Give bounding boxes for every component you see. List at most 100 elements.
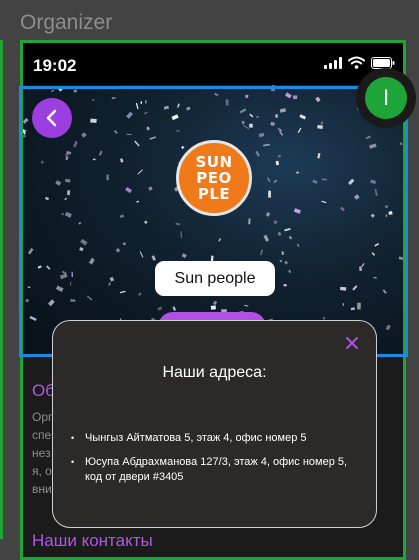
confetti-piece: [321, 201, 326, 203]
confetti-piece: [110, 277, 115, 282]
confetti-piece: [55, 180, 61, 185]
confetti-piece: [388, 211, 392, 215]
confetti-piece: [25, 299, 29, 303]
confetti-piece: [343, 303, 345, 306]
confetti-piece: [322, 178, 327, 180]
confetti-piece: [125, 187, 132, 193]
confetti-piece: [64, 197, 67, 200]
confetti-piece: [112, 97, 116, 99]
confetti-piece: [260, 249, 263, 255]
confetti-piece: [284, 284, 287, 286]
confetti-piece: [352, 285, 357, 290]
confetti-piece: [370, 180, 376, 185]
confetti-piece: [285, 92, 292, 98]
confetti-piece: [315, 97, 320, 102]
confetti-piece: [348, 179, 354, 185]
user-avatar[interactable]: I: [356, 68, 416, 128]
confetti-piece: [280, 260, 283, 263]
confetti-piece: [369, 144, 376, 149]
confetti-piece: [186, 107, 191, 111]
status-time: 19:02: [33, 56, 76, 76]
confetti-piece: [144, 111, 148, 114]
wifi-icon: [348, 56, 365, 69]
confetti-piece: [240, 108, 247, 113]
close-icon: [345, 336, 359, 350]
confetti-piece: [289, 236, 292, 240]
address-item: Юсупа Абдрахманова 127/3, этаж 4, офис н…: [71, 455, 366, 485]
confetti-piece: [351, 307, 355, 310]
confetti-piece: [120, 291, 126, 294]
confetti-piece: [266, 212, 270, 217]
confetti-piece: [270, 122, 275, 126]
confetti-piece: [45, 197, 49, 201]
confetti-piece: [256, 116, 258, 118]
confetti-piece: [226, 99, 229, 105]
confetti-piece: [61, 213, 64, 216]
organizer-name: Sun people: [155, 261, 275, 296]
signal-icon: [324, 57, 342, 69]
confetti-piece: [241, 120, 245, 124]
confetti-piece: [296, 171, 299, 173]
confetti-piece: [60, 273, 68, 279]
confetti-piece: [271, 85, 276, 92]
confetti-piece: [114, 130, 118, 134]
confetti-piece: [70, 299, 75, 302]
confetti-piece: [263, 235, 269, 242]
confetti-piece: [106, 175, 108, 181]
confetti-piece: [58, 87, 63, 92]
confetti-piece: [81, 132, 87, 137]
confetti-piece: [267, 177, 271, 182]
confetti-piece: [38, 265, 42, 268]
confetti-piece: [294, 208, 301, 214]
confetti-piece: [374, 243, 379, 247]
confetti-piece: [72, 272, 73, 277]
addresses-modal: Наши адреса: Чынгыз Айтматова 5, этаж 4,…: [52, 320, 377, 528]
confetti-piece: [28, 287, 31, 288]
address-item: Чынгыз Айтматова 5, этаж 4, офис номер 5: [71, 431, 366, 446]
battery-icon: [371, 57, 395, 69]
confetti-piece: [385, 205, 389, 209]
confetti-piece: [180, 231, 182, 238]
confetti-piece: [126, 112, 133, 119]
confetti-piece: [383, 289, 387, 294]
confetti-piece: [78, 222, 81, 225]
confetti-piece: [293, 95, 297, 99]
confetti-piece: [278, 155, 281, 158]
confetti-piece: [146, 127, 150, 131]
confetti-piece: [275, 114, 277, 117]
confetti-piece: [354, 194, 360, 200]
confetti-piece: [340, 207, 345, 212]
confetti-piece: [361, 263, 364, 267]
confetti-piece: [181, 146, 184, 149]
confetti-piece: [386, 325, 391, 331]
confetti-piece: [51, 90, 54, 92]
confetti-piece: [278, 232, 282, 236]
confetti-piece: [29, 316, 36, 321]
confetti-piece: [56, 286, 64, 292]
logo-line: PEO: [196, 170, 232, 186]
organizer-logo: SUN PEO PLE: [176, 140, 252, 216]
avatar-initial: I: [365, 77, 407, 119]
confetti-piece: [89, 258, 95, 265]
confetti-piece: [93, 159, 96, 161]
confetti-piece: [297, 244, 300, 247]
confetti-piece: [172, 306, 176, 311]
confetti-piece: [73, 141, 78, 148]
confetti-piece: [255, 151, 260, 157]
confetti-piece: [171, 114, 178, 120]
confetti-piece: [28, 248, 34, 255]
confetti-piece: [152, 255, 156, 261]
confetti-piece: [48, 299, 55, 306]
confetti-piece: [149, 136, 156, 140]
confetti-piece: [288, 270, 291, 273]
confetti-piece: [41, 161, 44, 165]
close-button[interactable]: [342, 333, 362, 353]
confetti-piece: [140, 251, 144, 257]
confetti-piece: [273, 220, 277, 224]
confetti-piece: [400, 142, 403, 145]
confetti-piece: [23, 118, 29, 124]
confetti-piece: [284, 261, 288, 265]
confetti-piece: [340, 287, 346, 291]
confetti-piece: [80, 239, 87, 246]
back-button[interactable]: [32, 98, 72, 138]
